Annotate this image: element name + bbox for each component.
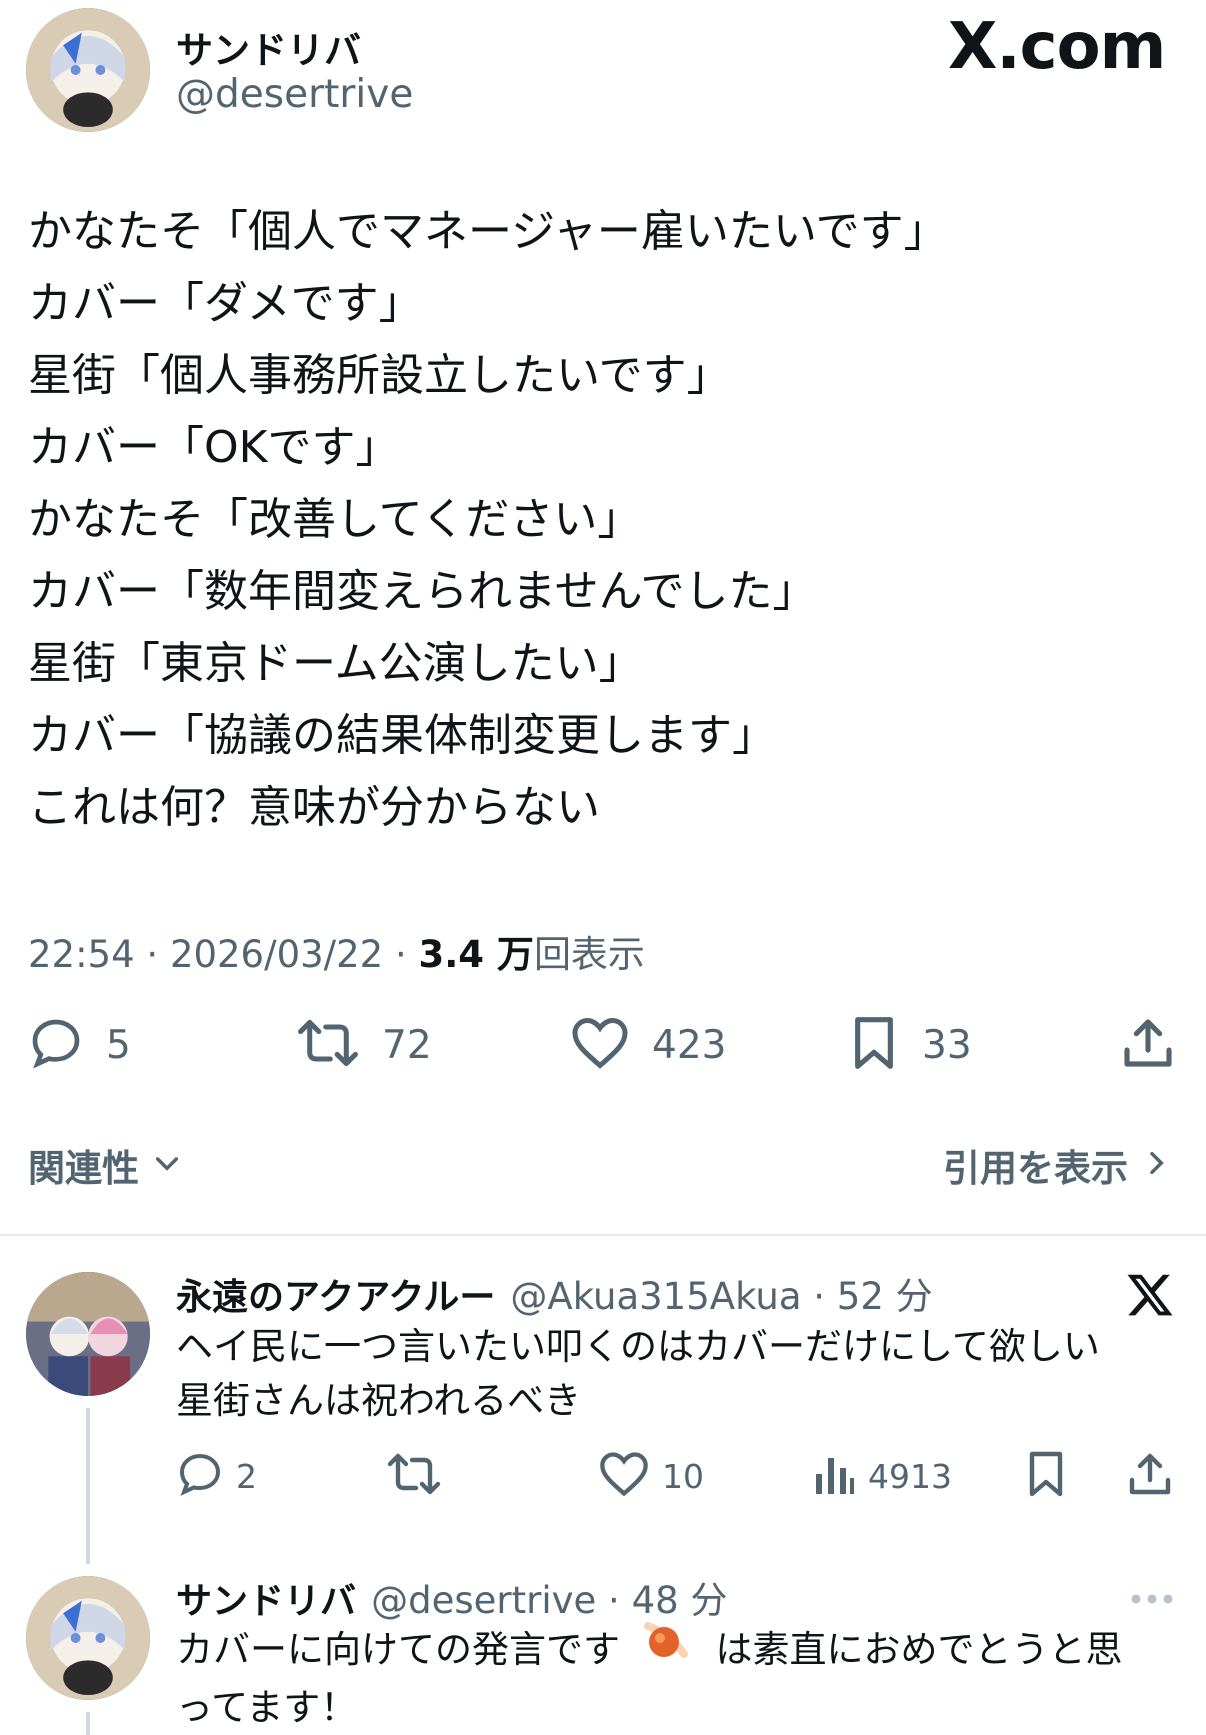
meta-separator: ·	[596, 1579, 632, 1622]
sort-dropdown[interactable]: 関連性	[28, 1138, 183, 1192]
heart-icon	[570, 1015, 630, 1075]
reply-text: ヘイ民に一つ言いたい叩くのはカバーだけにして欲しい 星街さんは祝われるべき	[176, 1320, 1100, 1428]
bookmark-count: 33	[922, 1022, 972, 1068]
tweet-text: かなたそ「個人でマネージャー雇いたいです」 カバー「ダメです」 星街「個人事務所…	[28, 196, 948, 844]
retweet-icon	[296, 1015, 360, 1075]
retweet-icon	[386, 1450, 442, 1502]
reply-line: ヘイ民に一つ言いたい叩くのはカバーだけにして欲しい	[176, 1325, 1100, 1368]
reply-reply-count: 2	[236, 1456, 257, 1496]
reply-share-button[interactable]	[1126, 1450, 1174, 1502]
view-quotes-link[interactable]: 引用を表示	[943, 1138, 1172, 1192]
reply-retweet-button[interactable]	[386, 1450, 442, 1502]
reply-time[interactable]: 48 分	[632, 1579, 728, 1622]
tweet-date[interactable]: 2026/03/22	[170, 933, 383, 976]
reply-line: 星街さんは祝われるべき	[176, 1379, 582, 1422]
share-icon	[1126, 1450, 1174, 1502]
reply-time[interactable]: 52 分	[837, 1275, 933, 1318]
tweet-line: カバー「ダメです」	[28, 278, 423, 329]
reply-bookmark-button[interactable]	[1024, 1450, 1068, 1502]
reply-text-part: は素直におめでとうと思	[715, 1628, 1123, 1671]
reply-header: 永遠のアクアクルー @Akua315Akua · 52 分	[176, 1266, 933, 1320]
like-count: 423	[652, 1022, 727, 1068]
tweet-line: カバー「OKです」	[28, 422, 400, 473]
reply-line: ってます！	[176, 1686, 358, 1729]
tweet-line: これは何？意味が分からない	[28, 782, 600, 833]
tweet-line: かなたそ「改善してください」	[28, 494, 642, 545]
more-icon[interactable]	[1130, 1590, 1174, 1609]
tweet-line: 星街「東京ドーム公演したい」	[28, 638, 643, 689]
reply-views-button[interactable]: 4913	[812, 1450, 952, 1502]
reply-header: サンドリバ @desertrive · 48 分	[176, 1570, 727, 1624]
reply-views-count: 4913	[868, 1456, 952, 1496]
reply-icon	[28, 1015, 84, 1075]
view-quotes-label: 引用を表示	[943, 1147, 1128, 1190]
reply-like-button[interactable]: 10	[598, 1450, 704, 1502]
reply-count: 5	[106, 1022, 131, 1068]
section-divider	[0, 1234, 1206, 1236]
tweet-line: カバー「協議の結果体制変更します」	[28, 710, 776, 761]
share-button[interactable]	[1120, 1015, 1176, 1075]
meta-separator: ·	[801, 1275, 837, 1318]
site-logo: X.com	[948, 10, 1166, 84]
comet-emoji-icon	[640, 1622, 696, 1681]
bookmark-icon	[1024, 1450, 1068, 1502]
reply-line: カバーに向けての発言です は素直におめでとうと思	[176, 1622, 1123, 1681]
reply-avatar[interactable]	[26, 1576, 150, 1700]
reply-handle[interactable]: @Akua315Akua	[510, 1275, 801, 1318]
tweet-meta: 22:54 · 2026/03/22 · 3.4 万回表示	[28, 924, 645, 978]
sort-label: 関連性	[28, 1147, 139, 1190]
reply-like-count: 10	[662, 1456, 704, 1496]
tweet-line: カバー「数年間変えられませんでした」	[28, 566, 817, 617]
share-icon	[1120, 1015, 1176, 1075]
reply-text: カバーに向けての発言です は素直におめでとうと思 ってます！	[176, 1622, 1123, 1735]
views-icon	[812, 1450, 856, 1502]
reply-reply-button[interactable]: 2	[176, 1450, 257, 1502]
retweet-button[interactable]: 72	[296, 1015, 432, 1075]
author-display-name[interactable]: サンドリバ	[176, 20, 361, 74]
like-button[interactable]: 423	[570, 1015, 726, 1075]
reply-avatar[interactable]	[26, 1272, 150, 1396]
reply-display-name[interactable]: 永遠のアクアクルー	[176, 1277, 495, 1318]
tweet-line: 星街「個人事務所設立したいです」	[28, 350, 731, 401]
reply-icon	[176, 1450, 224, 1502]
meta-separator: ·	[394, 933, 419, 976]
chevron-down-icon	[151, 1147, 183, 1183]
views-count: 3.4 万	[418, 933, 534, 976]
chevron-right-icon	[1140, 1147, 1172, 1183]
bookmark-button[interactable]: 33	[848, 1015, 972, 1075]
reply-display-name[interactable]: サンドリバ	[176, 1581, 356, 1622]
retweet-count: 72	[382, 1022, 432, 1068]
heart-icon	[598, 1450, 650, 1502]
thread-connector	[86, 1408, 90, 1564]
thread-connector	[86, 1712, 90, 1735]
bookmark-icon	[848, 1015, 900, 1075]
author-avatar[interactable]	[26, 8, 150, 132]
reply-button[interactable]: 5	[28, 1015, 131, 1075]
x-logo-icon[interactable]	[1124, 1270, 1176, 1324]
tweet-time[interactable]: 22:54	[28, 933, 135, 976]
views-label: 回表示	[533, 933, 645, 976]
reply-text-part: カバーに向けての発言です	[176, 1628, 620, 1671]
meta-separator: ·	[146, 933, 170, 976]
reply-handle[interactable]: @desertrive	[371, 1579, 596, 1622]
author-handle[interactable]: @desertrive	[176, 72, 413, 117]
tweet-line: かなたそ「個人でマネージャー雇いたいです」	[28, 206, 948, 257]
